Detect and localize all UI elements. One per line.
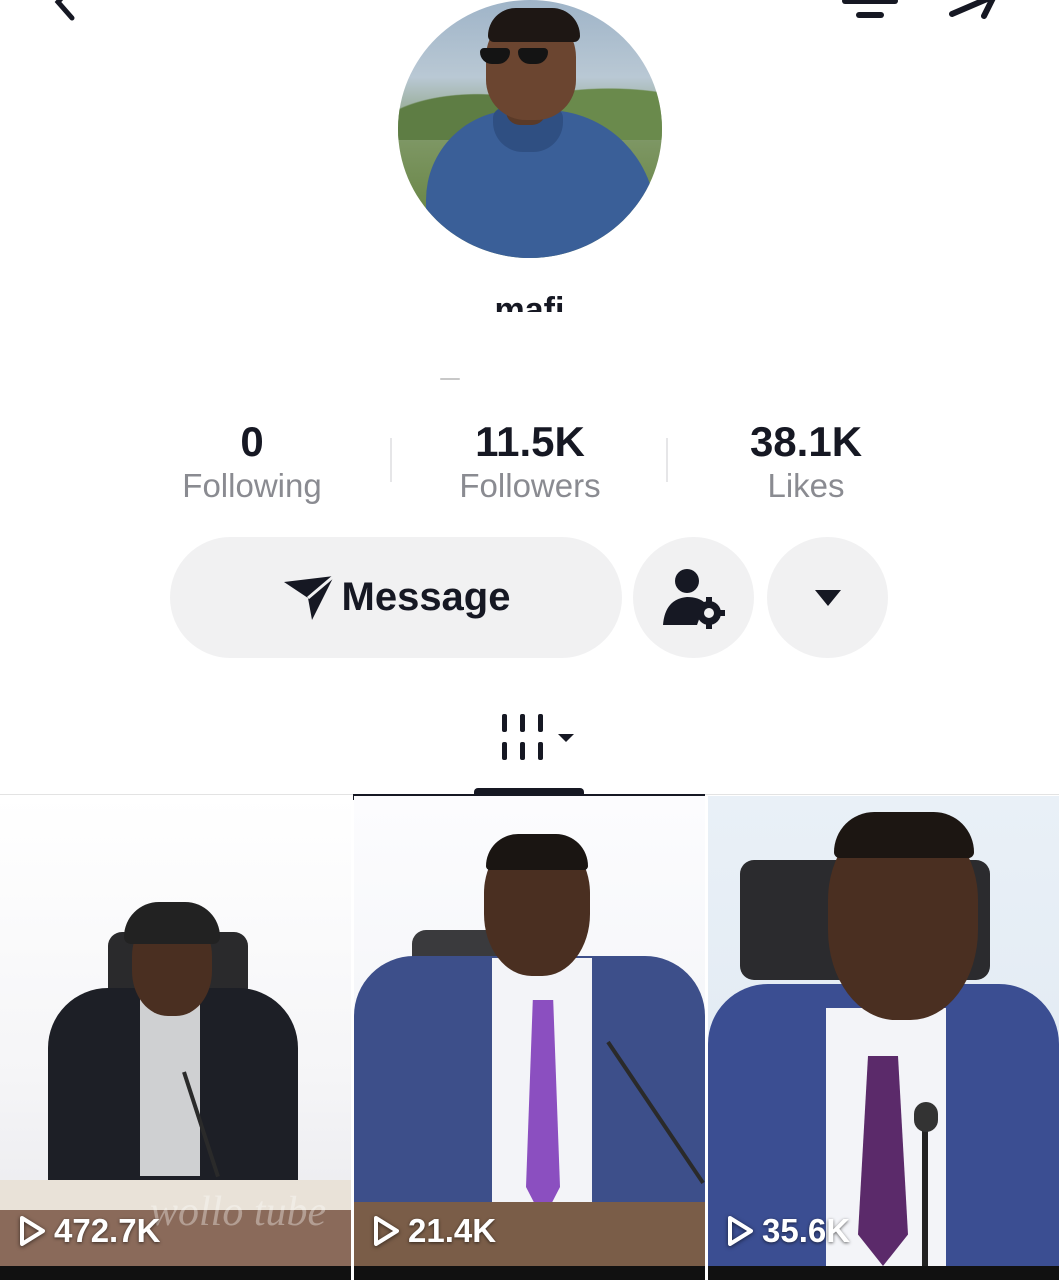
video-tile[interactable]: 35.6K (708, 796, 1059, 1266)
stat-divider (666, 438, 668, 482)
view-count-label: 35.6K (762, 1212, 851, 1249)
followers-count: 11.5K (475, 418, 585, 465)
next-row-edge (0, 1266, 1059, 1280)
view-count: 35.6K (726, 1212, 850, 1250)
video-tile[interactable]: wollo tube 472.7K (0, 796, 351, 1266)
grid-icon (502, 714, 574, 760)
chevron-left-icon (54, 0, 75, 21)
play-icon (20, 1216, 45, 1246)
video-watermark: wollo tube (150, 1189, 327, 1235)
grid-gap (705, 1266, 708, 1280)
filter-button[interactable] (838, 0, 902, 27)
avatar[interactable] (398, 0, 662, 258)
back-button[interactable] (44, 0, 84, 27)
following-label: Following (182, 467, 322, 504)
stat-following[interactable]: 0 Following (132, 418, 372, 506)
following-count: 0 (240, 418, 264, 465)
username: mafi (494, 291, 565, 312)
view-count-label: 21.4K (408, 1212, 497, 1249)
message-label: Message (341, 575, 511, 619)
play-icon (374, 1216, 399, 1246)
view-count-label: 472.7K (54, 1212, 161, 1249)
stat-divider (390, 438, 392, 482)
play-icon (728, 1216, 753, 1246)
stat-likes[interactable]: 38.1K Likes (686, 418, 926, 506)
grid-gap (351, 1266, 354, 1280)
filter-icon (842, 0, 898, 18)
tab-videos[interactable] (490, 706, 580, 770)
send-icon (283, 574, 335, 620)
message-button[interactable]: Message (170, 537, 622, 658)
view-count: 472.7K (18, 1212, 160, 1250)
video-tile[interactable]: 21.4K (354, 796, 705, 1266)
user-settings-icon (662, 568, 725, 629)
view-count: 21.4K (372, 1212, 496, 1250)
likes-label: Likes (767, 467, 845, 504)
tab-indicator (474, 788, 584, 796)
more-button[interactable] (767, 537, 888, 658)
follow-settings-button[interactable] (633, 537, 754, 658)
share-icon (949, 0, 996, 19)
stat-followers[interactable]: 11.5K Followers (410, 418, 650, 506)
likes-count: 38.1K (749, 418, 863, 465)
caret-down-icon (814, 589, 841, 606)
followers-label: Followers (459, 467, 601, 504)
share-button[interactable] (944, 0, 1004, 27)
handle-underline (440, 378, 460, 380)
